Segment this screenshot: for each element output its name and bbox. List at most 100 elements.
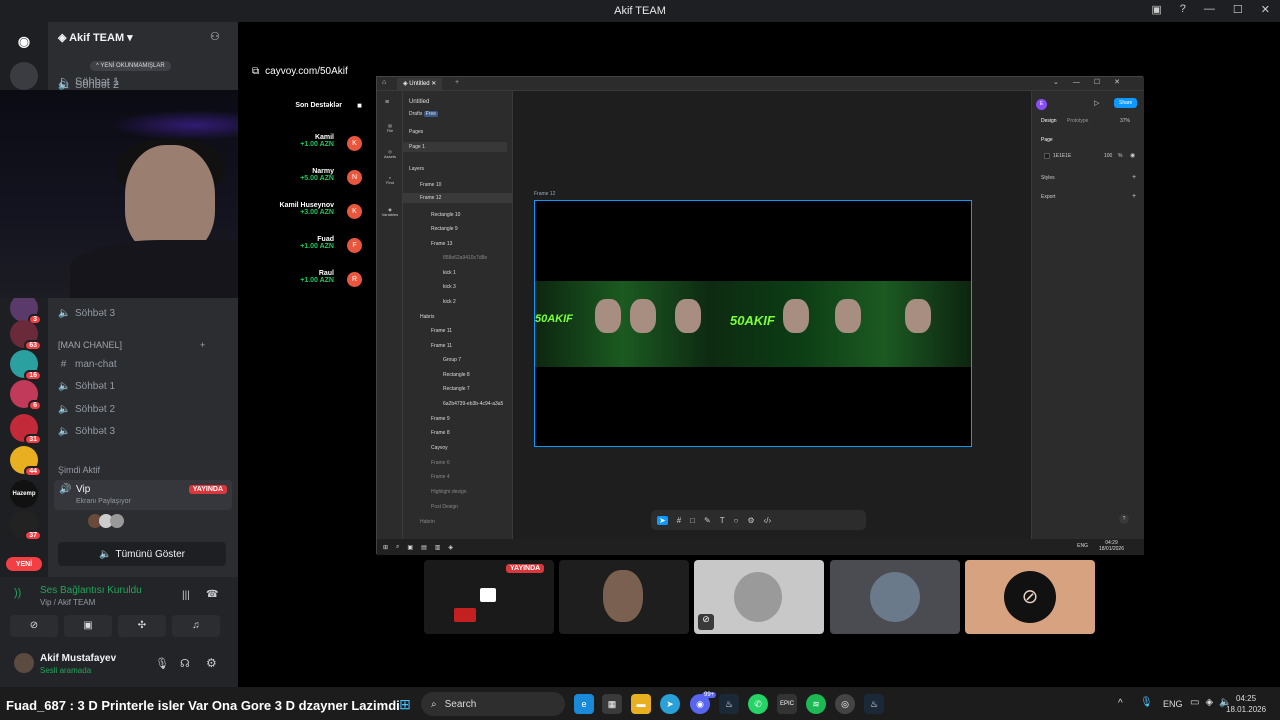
- frame-tool-icon[interactable]: #: [677, 516, 681, 525]
- layer-item[interactable]: Frame 6: [431, 460, 450, 466]
- server-icon[interactable]: 3: [10, 294, 42, 325]
- steam-icon[interactable]: ♨: [719, 694, 739, 714]
- file-explorer-icon[interactable]: ▬: [631, 694, 651, 714]
- server-icon[interactable]: 44: [10, 446, 42, 477]
- server-icon[interactable]: 63: [10, 320, 42, 351]
- text-channel[interactable]: # man-chat: [58, 359, 117, 370]
- participant-tile[interactable]: ⊘: [694, 560, 824, 634]
- layer-item[interactable]: Frame 4: [431, 474, 450, 480]
- color-swatch[interactable]: [1044, 153, 1050, 159]
- assets-icon[interactable]: ◎ Assets: [381, 149, 399, 159]
- find-icon[interactable]: ⌕ Find: [381, 175, 399, 185]
- layer-item[interactable]: kick 1: [443, 270, 456, 276]
- actions-icon[interactable]: ⚙: [747, 516, 754, 525]
- layer-item[interactable]: kick 3: [443, 284, 456, 290]
- frame-12[interactable]: 50AKIF 50AKIF: [534, 200, 972, 447]
- taskbar-search-input[interactable]: ⌕ Search: [421, 692, 565, 716]
- participant-tile-stream[interactable]: YAYINDA: [424, 560, 554, 634]
- user-name[interactable]: Akif Mustafayev: [40, 653, 116, 664]
- opacity-value[interactable]: 100: [1104, 153, 1112, 159]
- layer-item[interactable]: Frame 11: [431, 328, 452, 334]
- headphones-icon[interactable]: ☊: [180, 657, 190, 670]
- layer-item[interactable]: Highlight design: [431, 489, 467, 495]
- layer-item[interactable]: Frame 9: [431, 416, 450, 422]
- server-icon[interactable]: 31: [10, 414, 42, 445]
- layer-item[interactable]: Rectangle 10: [431, 212, 460, 218]
- participant-tile[interactable]: ⊘: [965, 560, 1095, 634]
- disconnect-icon[interactable]: ☎: [206, 589, 218, 600]
- layer-item[interactable]: Frame 11: [431, 343, 452, 349]
- app-icon[interactable]: ◎: [835, 694, 855, 714]
- layer-item[interactable]: Frame 13: [431, 241, 452, 247]
- share-button[interactable]: Share: [1114, 98, 1138, 108]
- variables-icon[interactable]: ◉ Variables: [379, 207, 401, 217]
- add-style-icon[interactable]: +: [1132, 174, 1136, 181]
- close-button[interactable]: ✕: [1261, 3, 1270, 16]
- layer-item[interactable]: Frame 8: [431, 430, 450, 436]
- channel-category[interactable]: [MAN CHANEL] +: [58, 340, 205, 350]
- invite-icon[interactable]: ⚇: [210, 30, 220, 43]
- tray-chevron-icon[interactable]: ^: [1118, 698, 1123, 709]
- layer-item[interactable]: kick 2: [443, 299, 456, 305]
- figma-tab[interactable]: ◈ Untitled ✕: [397, 78, 443, 90]
- minimize-button[interactable]: —: [1204, 3, 1215, 16]
- voice-channel[interactable]: 🔈 Söhbət 3: [58, 308, 115, 319]
- layer-item[interactable]: Cayvoy: [431, 445, 448, 451]
- telegram-icon[interactable]: ➤: [660, 694, 680, 714]
- page-item[interactable]: Page 1: [403, 142, 507, 152]
- comment-tool-icon[interactable]: ○: [734, 516, 739, 525]
- whatsapp-icon[interactable]: ✆: [748, 694, 768, 714]
- tab-prototype[interactable]: Prototype: [1067, 118, 1088, 124]
- discord-home-icon[interactable]: ◉: [10, 27, 38, 55]
- epic-games-icon[interactable]: EPIC: [777, 694, 797, 714]
- file-name[interactable]: Untitled: [409, 99, 429, 105]
- help-icon[interactable]: ?: [1119, 514, 1129, 524]
- home-icon[interactable]: ⌂: [382, 79, 386, 86]
- voice-location[interactable]: Vip / Akif TEAM: [40, 598, 95, 607]
- play-icon[interactable]: ▷: [1094, 99, 1099, 107]
- voice-status[interactable]: Ses Bağlantısı Kuruldu: [40, 585, 142, 596]
- camera-off-button[interactable]: ⊘: [10, 615, 58, 637]
- server-avatar[interactable]: [10, 62, 38, 90]
- server-icon[interactable]: 6: [10, 380, 42, 411]
- layer-item[interactable]: Habrix: [420, 314, 434, 320]
- voice-channel[interactable]: 🔈 Söhbət 3: [58, 426, 115, 437]
- move-tool-icon[interactable]: ➤: [657, 515, 668, 525]
- layer-item[interactable]: Rectangle 9: [431, 226, 458, 232]
- new-unreads-badge[interactable]: YENİ: [6, 557, 42, 571]
- keyboard-language[interactable]: ENG: [1163, 699, 1183, 709]
- layer-item[interactable]: 858e62a9410c7d8e: [443, 255, 487, 261]
- layer-item[interactable]: Group 7: [443, 357, 461, 363]
- styles-section[interactable]: Styles: [1041, 175, 1055, 181]
- zoom-level[interactable]: 37%: [1120, 118, 1130, 124]
- add-export-icon[interactable]: +: [1132, 193, 1136, 200]
- file-icon[interactable]: ▤ File: [381, 123, 399, 133]
- layer-item[interactable]: Rectangle 8: [443, 372, 470, 378]
- layer-item[interactable]: Post Design: [431, 504, 458, 510]
- voice-channel[interactable]: 🔈 Söhbət 1: [58, 381, 115, 392]
- windows-start-icon[interactable]: ⊞: [395, 694, 415, 714]
- maximize-button[interactable]: ☐: [1233, 3, 1243, 16]
- voice-channel[interactable]: 🔈 Söhbət 2: [58, 404, 115, 415]
- noise-suppression-icon[interactable]: |||: [182, 590, 190, 601]
- mic-tray-icon[interactable]: 🎙: [1140, 697, 1153, 708]
- show-all-button[interactable]: 🔈 Tümünü Göster: [58, 542, 226, 566]
- new-tab-button[interactable]: +: [455, 79, 459, 86]
- server-icon[interactable]: Hazemp: [10, 480, 38, 508]
- dev-mode-icon[interactable]: ‹/›: [764, 516, 772, 525]
- active-channel-card[interactable]: 🔊 Vip Ekranı Paylaşıyor YAYINDA: [54, 480, 232, 510]
- pen-tool-icon[interactable]: ✎: [704, 516, 711, 525]
- tab-design[interactable]: Design: [1041, 118, 1057, 124]
- visibility-icon[interactable]: ◉: [1130, 152, 1135, 159]
- activities-button[interactable]: ✣: [118, 615, 166, 637]
- help-icon[interactable]: ?: [1180, 3, 1186, 16]
- store-icon[interactable]: ▦: [602, 694, 622, 714]
- settings-gear-icon[interactable]: ⚙: [206, 656, 217, 670]
- window-controls[interactable]: ⌄—☐✕: [1053, 78, 1134, 86]
- layer-item[interactable]: Habrin: [420, 519, 435, 525]
- participant-tile[interactable]: [559, 560, 689, 634]
- soundboard-button[interactable]: ♫: [172, 615, 220, 637]
- export-section[interactable]: Export: [1041, 194, 1055, 200]
- page-color-value[interactable]: 1E1E1E: [1053, 153, 1071, 159]
- steam-icon[interactable]: ♨: [864, 694, 884, 714]
